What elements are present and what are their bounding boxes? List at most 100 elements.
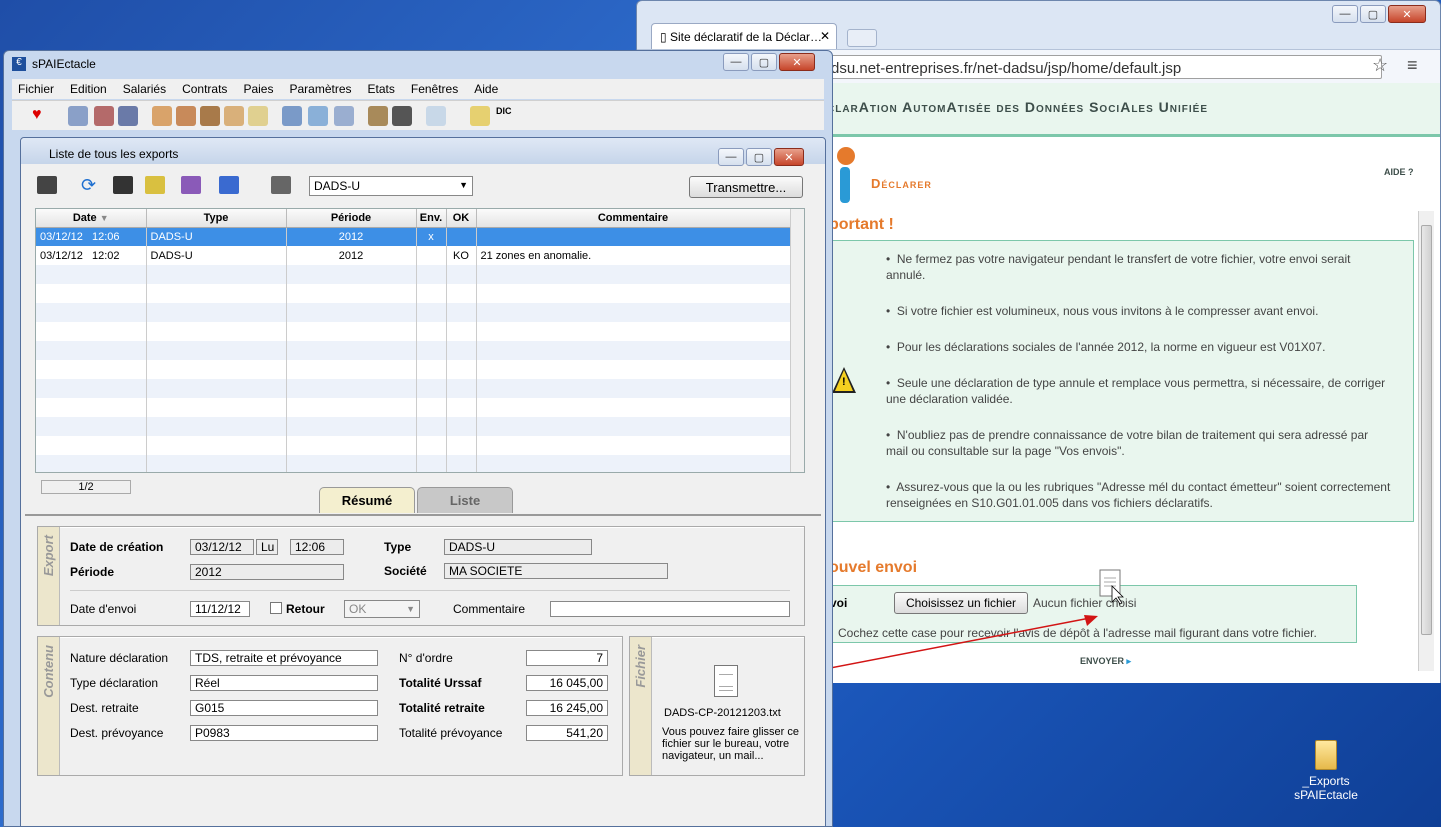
- page-scrollbar[interactable]: [1418, 211, 1434, 671]
- tax-icon[interactable]: [248, 106, 268, 126]
- export-type-select[interactable]: DADS-U ▼: [309, 176, 473, 196]
- refresh-icon[interactable]: ⟳: [81, 175, 96, 196]
- col-env[interactable]: Env.: [416, 209, 447, 228]
- note-2: • Si votre fichier est volumineux, nous …: [886, 304, 1319, 318]
- calculator-icon[interactable]: [426, 106, 446, 126]
- transmit-button[interactable]: Transmettre...: [689, 176, 803, 198]
- file-name[interactable]: DADS-CP-20121203.txt: [664, 707, 781, 719]
- table-scrollbar[interactable]: [790, 209, 804, 472]
- dest-retraite-field[interactable]: G015: [190, 700, 378, 716]
- tot-retraite-label: Totalité retraite: [399, 701, 485, 715]
- col-date[interactable]: Date ▼: [36, 209, 147, 228]
- upload-icon[interactable]: [219, 176, 239, 194]
- heart-icon[interactable]: ♥: [32, 106, 52, 126]
- employees-icon[interactable]: [118, 106, 138, 126]
- type-declaration-field[interactable]: Réel: [190, 675, 378, 691]
- commentaire-field[interactable]: [550, 601, 790, 617]
- nature-field[interactable]: TDS, retraite et prévoyance: [190, 650, 378, 666]
- dest-prevoyance-field[interactable]: P0983: [190, 725, 378, 741]
- societe-label: Société: [384, 564, 427, 578]
- minimize-button[interactable]: —: [718, 148, 744, 166]
- cell-date: 03/12/12 12:06: [36, 227, 147, 246]
- address-bar[interactable]: dsu.net-entreprises.fr/net-dadsu/jsp/hom…: [822, 55, 1382, 79]
- star-icon[interactable]: ☆: [1372, 55, 1388, 76]
- drag-hint: Vous pouvez faire glisser ce fichier sur…: [662, 726, 799, 762]
- agreement-icon[interactable]: [224, 106, 244, 126]
- menu-fenetres[interactable]: Fenêtres: [411, 82, 458, 96]
- employee-icon[interactable]: [94, 106, 114, 126]
- tab-title: Site déclaratif de la Déclar…: [669, 30, 823, 44]
- divider: [70, 590, 790, 591]
- minimize-button[interactable]: —: [1332, 5, 1358, 23]
- tot-prevoyance-field[interactable]: 541,20: [526, 725, 608, 741]
- urssaf-label: Totalité Urssaf: [399, 676, 482, 690]
- maximize-button[interactable]: ▢: [746, 148, 772, 166]
- notes-icon[interactable]: [470, 106, 490, 126]
- browser-window-controls: — ▢ ✕: [1332, 5, 1426, 23]
- close-button[interactable]: ✕: [774, 148, 804, 166]
- export-type-value: DADS-U: [314, 179, 361, 193]
- tot-retraite-field[interactable]: 16 245,00: [526, 700, 608, 716]
- urssaf-field[interactable]: 16 045,00: [526, 675, 608, 691]
- tab-resume[interactable]: Résumé: [319, 487, 415, 513]
- cell-ok: KO: [446, 246, 477, 265]
- contracts-icon[interactable]: [176, 106, 196, 126]
- maximize-button[interactable]: ▢: [1360, 5, 1386, 23]
- contract-icon[interactable]: [152, 106, 172, 126]
- menu-contrats[interactable]: Contrats: [182, 82, 227, 96]
- table-row[interactable]: 03/12/12 12:02 DADS-U 2012 KO 21 zones e…: [36, 246, 791, 265]
- menu-edition[interactable]: Edition: [70, 82, 107, 96]
- declarer-heading: Déclarer: [871, 176, 932, 191]
- list-icon[interactable]: [113, 176, 133, 194]
- document-icon[interactable]: [334, 106, 354, 126]
- menu-aide[interactable]: Aide: [474, 82, 498, 96]
- export-section-label: Export: [38, 527, 60, 625]
- retour-checkbox[interactable]: [270, 602, 282, 614]
- tab-close-icon[interactable]: ✕: [820, 29, 830, 43]
- add-employee-icon[interactable]: [68, 106, 88, 126]
- search-doc-icon[interactable]: [308, 106, 328, 126]
- import-icon[interactable]: [282, 106, 302, 126]
- col-type[interactable]: Type: [146, 209, 287, 228]
- transfer-icon[interactable]: [181, 176, 201, 194]
- menu-parametres[interactable]: Paramètres: [289, 82, 351, 96]
- menu-salaries[interactable]: Salariés: [123, 82, 166, 96]
- menu-paies[interactable]: Paies: [243, 82, 273, 96]
- cell-ok: [446, 227, 477, 246]
- mail-icon[interactable]: [145, 176, 165, 194]
- text-file-icon[interactable]: [714, 665, 738, 697]
- close-button[interactable]: ✕: [1388, 5, 1426, 23]
- page-icon: ▯: [660, 30, 670, 44]
- col-ok[interactable]: OK: [446, 209, 477, 228]
- chevron-down-icon: ▼: [459, 180, 468, 190]
- browser-tab[interactable]: ▯ Site déclaratif de la Déclar… ✕: [651, 23, 837, 49]
- menu-icon[interactable]: ≡: [1407, 55, 1418, 76]
- app-window: € sPAIEctacle — ▢ ✕ Fichier Edition Sala…: [3, 50, 833, 827]
- date-envoi-field[interactable]: 11/12/12: [190, 601, 250, 617]
- maximize-button[interactable]: ▢: [751, 53, 777, 71]
- cell-date: 03/12/12 12:02: [36, 246, 147, 265]
- export-icon[interactable]: [37, 176, 57, 194]
- col-periode[interactable]: Période: [286, 209, 417, 228]
- dictionary-icon[interactable]: DIC: [496, 106, 516, 126]
- aide-link[interactable]: AIDE ?: [1384, 167, 1414, 177]
- calendar-icon[interactable]: [392, 106, 412, 126]
- print-icon[interactable]: [271, 176, 291, 194]
- close-button[interactable]: ✕: [779, 53, 815, 71]
- handshake-icon[interactable]: [200, 106, 220, 126]
- exports-window-title: Liste de tous les exports: [21, 138, 825, 164]
- app-window-controls: — ▢ ✕: [723, 53, 815, 71]
- contenu-section-label: Contenu: [38, 637, 60, 775]
- ordre-field[interactable]: 7: [526, 650, 608, 666]
- menu-etats[interactable]: Etats: [368, 82, 395, 96]
- warning-icon: !: [832, 367, 856, 393]
- tab-liste[interactable]: Liste: [417, 487, 513, 513]
- date-creation-label: Date de création: [70, 540, 164, 554]
- col-commentaire[interactable]: Commentaire: [476, 209, 791, 228]
- new-tab-button[interactable]: [847, 29, 877, 47]
- building-icon[interactable]: [368, 106, 388, 126]
- minimize-button[interactable]: —: [723, 53, 749, 71]
- table-row[interactable]: 03/12/12 12:06 DADS-U 2012 x: [36, 227, 791, 246]
- menu-fichier[interactable]: Fichier: [18, 82, 54, 96]
- desktop-icon-exports[interactable]: _Exports sPAIEctacle: [1290, 740, 1362, 802]
